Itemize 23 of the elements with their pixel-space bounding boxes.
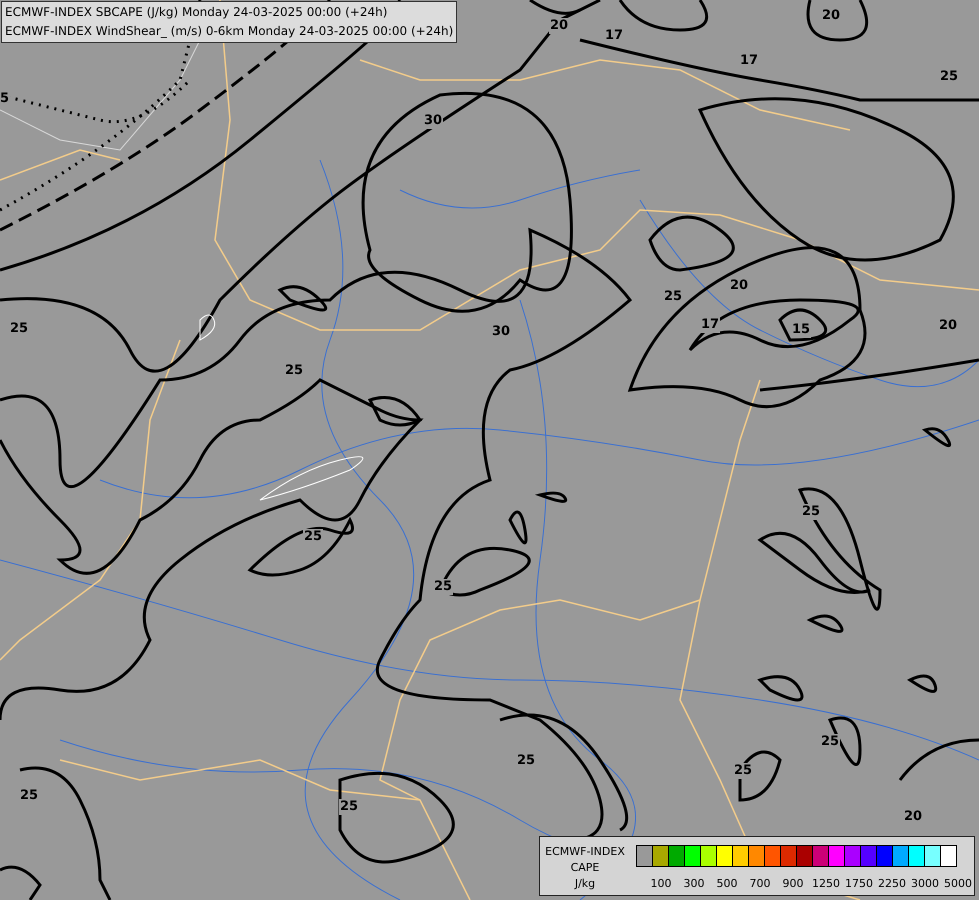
contour-label: 25 bbox=[339, 799, 360, 815]
scale-label: 300 bbox=[684, 877, 704, 890]
scale-label: 1750 bbox=[845, 877, 873, 890]
contour-label: 25 bbox=[733, 763, 754, 779]
scale-label: 2250 bbox=[878, 877, 906, 890]
scale-label: 100 bbox=[650, 877, 672, 890]
contour-label: 30 bbox=[423, 113, 444, 129]
scale-label: 3000 bbox=[911, 877, 939, 890]
scale-label: 700 bbox=[750, 877, 770, 890]
contour-label: 20 bbox=[549, 18, 570, 34]
scale-label: 5000 bbox=[944, 877, 972, 890]
legend-title: ECMWF-INDEX bbox=[544, 844, 626, 860]
scale-label: 500 bbox=[716, 877, 738, 890]
contour-label: 25 bbox=[433, 579, 454, 595]
map-title-line: ECMWF-INDEX SBCAPE (J/kg) Monday 24-03-2025 00:00 (+24h) bbox=[5, 4, 388, 21]
contour-label: 17 bbox=[700, 317, 720, 333]
scale-label: 1250 bbox=[812, 877, 840, 890]
contour-label: 15 bbox=[791, 322, 812, 338]
contour-label: 25 bbox=[801, 504, 822, 520]
legend-title: CAPE bbox=[570, 860, 600, 876]
legend-title: J/kg bbox=[573, 876, 596, 892]
scale-label: 900 bbox=[782, 877, 804, 890]
map-title-line: ECMWF-INDEX WindShear_ (m/s) 0-6km Monday 24-03-2025 00:00 (+24h) bbox=[5, 23, 454, 40]
